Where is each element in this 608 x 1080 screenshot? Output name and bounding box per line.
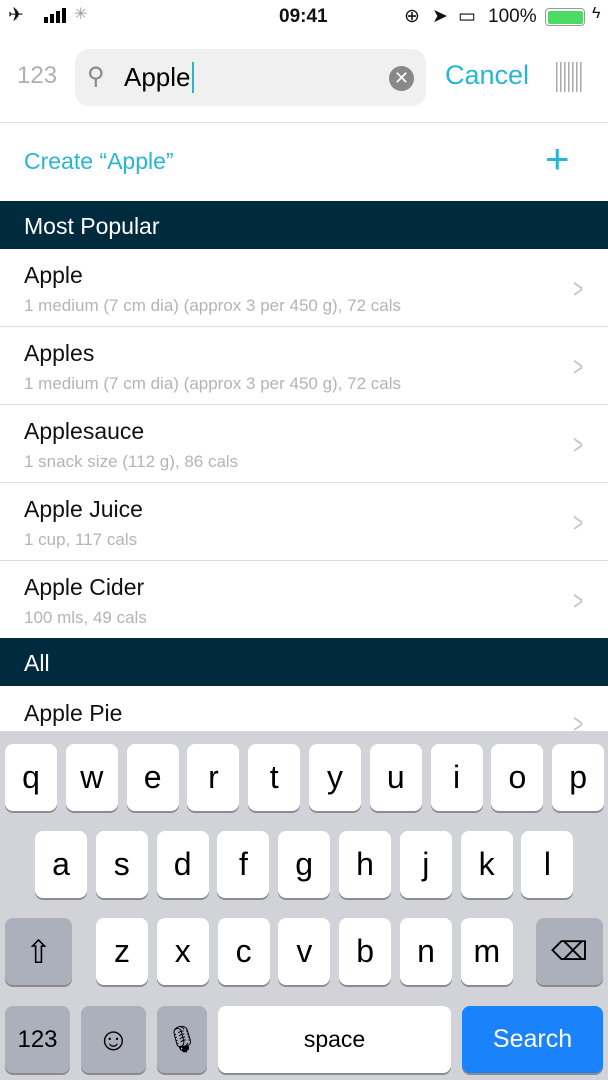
key-n[interactable]: n (400, 918, 452, 985)
key-p[interactable]: p (552, 744, 605, 811)
backspace-icon: ⌫ (551, 936, 588, 966)
key-f[interactable]: f (217, 831, 270, 898)
key-m[interactable]: m (460, 918, 513, 985)
battery-icon (545, 8, 585, 26)
plus-icon: + (545, 135, 570, 182)
food-name: Apples (24, 340, 95, 366)
key-i[interactable]: i (430, 744, 483, 811)
cancel-button[interactable]: Cancel (445, 60, 529, 91)
emoji-icon: ☺ (97, 1021, 130, 1057)
search-input[interactable]: ⚲ Apple ✕ (75, 49, 426, 106)
list-item[interactable]: Apples 1 medium (7 cm dia) (approx 3 per … (0, 327, 608, 405)
space-key[interactable]: space (218, 1006, 451, 1073)
food-detail: 1 medium (7 cm dia) (approx 3 per 450 g)… (24, 374, 402, 393)
list-item[interactable]: Applesauce 1 snack size (112 g), 86 cals > (0, 405, 608, 483)
key-e[interactable]: e (126, 744, 179, 811)
airplay-icon: ▭ (458, 6, 476, 27)
rotation-lock-icon: ⊕ (404, 6, 420, 27)
shift-icon: ⇧ (25, 933, 52, 970)
charging-icon: ϟ (592, 5, 601, 22)
key-z[interactable]: z (96, 918, 148, 985)
chevron-right-icon: > (572, 507, 583, 538)
key-t[interactable]: t (248, 744, 301, 811)
food-detail: 1 snack size (112 g), 86 cals (24, 452, 239, 471)
key-x[interactable]: x (156, 918, 209, 985)
numbers-key[interactable]: 123 (5, 1006, 70, 1073)
key-a[interactable]: a (35, 831, 87, 898)
key-s[interactable]: s (95, 831, 148, 898)
key-w[interactable]: w (65, 744, 118, 811)
dictation-key[interactable]: 🎙 (157, 1006, 207, 1073)
key-l[interactable]: l (521, 831, 574, 898)
key-v[interactable]: v (278, 918, 331, 985)
delete-key[interactable]: ⌫ (536, 918, 603, 985)
list-item[interactable]: Apple Juice 1 cup, 117 cals > (0, 483, 608, 561)
key-g[interactable]: g (278, 831, 331, 898)
key-k[interactable]: k (460, 831, 513, 898)
barcode-icon[interactable] (556, 62, 584, 92)
create-label: Create “Apple” (24, 148, 174, 174)
food-detail: 100 mls, 49 cals (24, 608, 147, 627)
numbers-label: 123 (17, 1025, 58, 1053)
chevron-right-icon: > (572, 351, 583, 382)
loading-icon: ✳ (74, 6, 88, 23)
numeric-keypad-toggle[interactable]: 123 (17, 62, 57, 90)
microphone-icon: 🎙 (165, 1024, 199, 1054)
food-name: Apple (24, 262, 83, 288)
food-name: Apple Juice (24, 496, 143, 522)
chevron-right-icon: > (572, 585, 583, 616)
search-key-label: Search (492, 1025, 573, 1053)
chevron-right-icon: > (572, 429, 583, 460)
key-d[interactable]: d (156, 831, 209, 898)
search-key[interactable]: Search (462, 1006, 603, 1073)
key-b[interactable]: b (339, 918, 392, 985)
location-icon: ➤ (432, 6, 448, 27)
numeric-toggle-label: 123 (17, 62, 58, 89)
section-header-all: All (0, 638, 608, 686)
airplane-icon: ✈ (8, 5, 24, 26)
shift-key[interactable]: ⇧ (5, 918, 72, 985)
list-item[interactable]: Apple Cider 100 mls, 49 cals > (0, 561, 608, 639)
food-name: Apple Cider (24, 574, 145, 600)
food-detail: 1 cup, 117 cals (24, 530, 138, 549)
clear-icon[interactable]: ✕ (389, 66, 414, 91)
battery-percent: 100% (488, 6, 537, 27)
food-detail: 1 medium (7 cm dia) (approx 3 per 450 g)… (24, 296, 402, 315)
section-header-most-popular: Most Popular (0, 201, 608, 249)
space-label: space (303, 1026, 366, 1052)
key-u[interactable]: u (369, 744, 422, 811)
food-name: Apple Pie (24, 700, 123, 726)
key-c[interactable]: c (217, 918, 270, 985)
search-value[interactable]: Apple (124, 62, 194, 93)
food-name: Applesauce (24, 418, 145, 444)
keyboard: ⇧ ⌫ 123 ☺ 🎙 space Search qwertyuiop asdfg… (0, 731, 608, 1080)
key-y[interactable]: y (309, 744, 361, 811)
key-q[interactable]: q (5, 744, 57, 811)
create-food-button[interactable]: Create “Apple” + (0, 123, 608, 201)
key-o[interactable]: o (491, 744, 544, 811)
key-r[interactable]: r (187, 744, 240, 811)
status-time: 09:41 (279, 6, 328, 27)
chevron-right-icon: > (572, 273, 583, 304)
key-h[interactable]: h (339, 831, 391, 898)
emoji-key[interactable]: ☺ (81, 1006, 146, 1073)
status-bar: ✈ ✳ 09:41 ⊕ ➤ ▭ 100% ϟ (0, 0, 608, 34)
key-j[interactable]: j (399, 831, 452, 898)
signal-icon (44, 8, 66, 23)
search-icon: ⚲ (87, 63, 105, 90)
list-item[interactable]: Apple 1 medium (7 cm dia) (approx 3 per 4… (0, 249, 608, 327)
